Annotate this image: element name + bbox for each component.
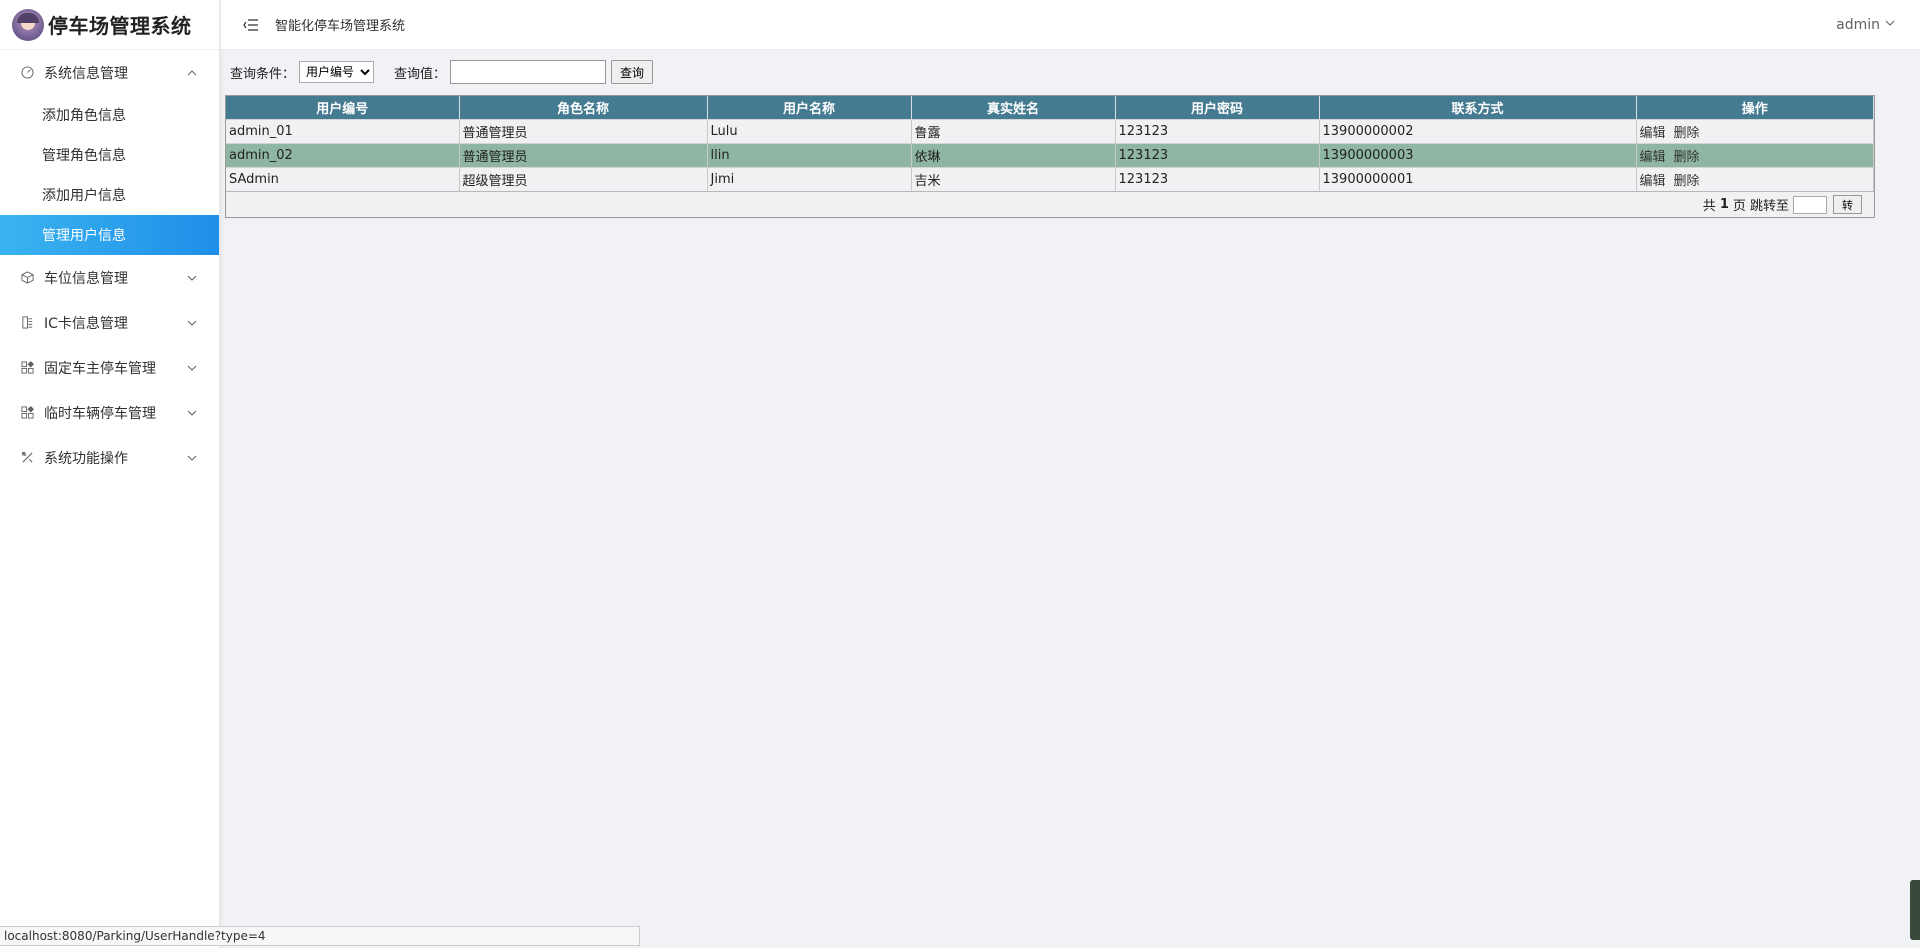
pager-suffix: 页 跳转至 — [1732, 199, 1789, 214]
menu-group-ic-card[interactable]: IC卡信息管理 — [0, 300, 219, 345]
side-widget-handle[interactable] — [1910, 880, 1920, 940]
query-bar: 查询条件： 用户编号 查询值： 查询 — [230, 60, 654, 84]
sidebar-item-add-user[interactable]: 添加用户信息 — [0, 175, 219, 215]
grid-icon — [20, 406, 34, 420]
logo[interactable]: 停车场管理系统 — [0, 0, 219, 50]
page-jump-input[interactable] — [1793, 195, 1827, 214]
logo-avatar-icon — [12, 8, 44, 41]
cell-user-id: admin_02 — [226, 142, 460, 167]
query-value-label: 查询值： — [394, 66, 447, 82]
sidebar-item-label: 添加用户信息 — [42, 188, 126, 204]
menu-group-system-info[interactable]: 系统信息管理 — [0, 50, 219, 95]
sidebar-item-manage-role[interactable]: 管理角色信息 — [0, 135, 219, 175]
cell-role-name: 普通管理员 — [459, 142, 708, 167]
menu-group-system-ops[interactable]: 系统功能操作 — [0, 435, 219, 480]
cell-password: 123123 — [1115, 142, 1320, 167]
page-go-button[interactable]: 转 — [1833, 195, 1862, 214]
user-dropdown[interactable]: admin — [1836, 17, 1896, 33]
cell-actions: 编辑 删除 — [1636, 166, 1874, 191]
cell-password: 123123 — [1115, 166, 1320, 191]
card-icon — [20, 316, 34, 330]
query-button[interactable]: 查询 — [611, 60, 654, 84]
cell-password: 123123 — [1115, 118, 1320, 143]
cell-user-name: Lulu — [707, 118, 912, 143]
menu-group-label: IC卡信息管理 — [44, 315, 128, 332]
cube-icon — [20, 271, 34, 285]
table-row[interactable]: admin_02 普通管理员 llin 依琳 123123 1390000000… — [226, 142, 1874, 167]
menu-group-label: 固定车主停车管理 — [44, 360, 156, 377]
pager: 共 1 页 跳转至 转 — [226, 191, 1874, 217]
column-header[interactable]: 用户编号 — [226, 96, 460, 119]
header-title: 智能化停车场管理系统 — [275, 19, 406, 34]
cell-user-name: Jimi — [707, 166, 912, 191]
query-condition-label: 查询条件： — [230, 66, 296, 82]
sidebar-item-manage-user[interactable]: 管理用户信息 — [0, 215, 219, 255]
chevron-down-icon — [185, 406, 199, 420]
chevron-down-icon — [185, 451, 199, 465]
delete-link[interactable]: 删除 — [1674, 174, 1700, 189]
edit-link[interactable]: 编辑 — [1640, 126, 1666, 141]
column-header[interactable]: 用户名称 — [707, 96, 912, 119]
cell-real-name: 鲁露 — [911, 118, 1116, 143]
pager-prefix: 共 — [1702, 199, 1716, 214]
edit-link[interactable]: 编辑 — [1640, 174, 1666, 189]
cell-role-name: 超级管理员 — [459, 166, 708, 191]
menu-group-label: 系统信息管理 — [44, 65, 128, 82]
chevron-down-icon — [185, 361, 199, 375]
chevron-down-icon — [185, 316, 199, 330]
main-content: 查询条件： 用户编号 查询值： 查询 用户编号 角色名称 用户名称 真实姓名 用… — [221, 50, 1920, 928]
submenu-system-info: 添加角色信息 管理角色信息 添加用户信息 管理用户信息 — [0, 95, 219, 255]
cell-actions: 编辑 删除 — [1636, 142, 1874, 167]
menu-group-label: 临时车辆停车管理 — [44, 405, 156, 422]
table-row[interactable]: admin_01 普通管理员 Lulu 鲁露 123123 1390000000… — [226, 118, 1874, 143]
cell-real-name: 依琳 — [911, 142, 1116, 167]
top-header: 智能化停车场管理系统 admin — [221, 0, 1920, 50]
logo-text: 停车场管理系统 — [48, 14, 192, 38]
gauge-icon — [20, 66, 34, 80]
cell-contact: 13900000002 — [1319, 118, 1637, 143]
cell-contact: 13900000003 — [1319, 142, 1637, 167]
cell-actions: 编辑 删除 — [1636, 118, 1874, 143]
user-name: admin — [1836, 16, 1880, 33]
cell-user-name: llin — [707, 142, 912, 167]
cell-real-name: 吉米 — [911, 166, 1116, 191]
query-value-input[interactable] — [450, 60, 607, 84]
collapse-menu-icon[interactable] — [241, 15, 261, 35]
browser-status-bar: localhost:8080/Parking/UserHandle?type=4 — [0, 926, 640, 946]
cell-user-id: admin_01 — [226, 118, 460, 143]
edit-link[interactable]: 编辑 — [1640, 150, 1666, 165]
sidebar-item-label: 管理用户信息 — [42, 228, 126, 244]
chevron-down-icon — [1884, 17, 1896, 33]
cell-role-name: 普通管理员 — [459, 118, 708, 143]
grid-icon — [20, 361, 34, 375]
cell-user-id: SAdmin — [226, 166, 460, 191]
query-condition-select[interactable]: 用户编号 — [299, 61, 375, 83]
menu-group-fixed-owner[interactable]: 固定车主停车管理 — [0, 345, 219, 390]
chevron-down-icon — [185, 271, 199, 285]
tools-icon — [20, 451, 34, 465]
sidebar-item-label: 添加角色信息 — [42, 108, 126, 124]
column-header[interactable]: 用户密码 — [1115, 96, 1320, 119]
menu-group-label: 系统功能操作 — [44, 450, 128, 467]
menu-group-temp-vehicle[interactable]: 临时车辆停车管理 — [0, 390, 219, 435]
column-header[interactable]: 真实姓名 — [911, 96, 1116, 119]
sidebar-item-add-role[interactable]: 添加角色信息 — [0, 95, 219, 135]
cell-contact: 13900000001 — [1319, 166, 1637, 191]
chevron-up-icon — [185, 66, 199, 80]
sidebar-menu: 系统信息管理 添加角色信息 管理角色信息 添加用户信息 管理用户信息 车位信息管… — [0, 50, 219, 480]
column-header[interactable]: 联系方式 — [1319, 96, 1637, 119]
sidebar: 停车场管理系统 系统信息管理 添加角色信息 管理角色信息 添加用户信息 管理用户… — [0, 0, 220, 948]
menu-group-parking-space[interactable]: 车位信息管理 — [0, 255, 219, 300]
sidebar-item-label: 管理角色信息 — [42, 148, 126, 164]
delete-link[interactable]: 删除 — [1674, 126, 1700, 141]
pager-total: 1 — [1719, 197, 1729, 212]
menu-group-label: 车位信息管理 — [44, 270, 128, 287]
column-header[interactable]: 角色名称 — [459, 96, 708, 119]
table-row[interactable]: SAdmin 超级管理员 Jimi 吉米 123123 13900000001 … — [226, 166, 1874, 191]
delete-link[interactable]: 删除 — [1674, 150, 1700, 165]
user-table: 用户编号 角色名称 用户名称 真实姓名 用户密码 联系方式 操作 admin_0… — [225, 95, 1875, 218]
table-header-row: 用户编号 角色名称 用户名称 真实姓名 用户密码 联系方式 操作 — [226, 96, 1874, 119]
column-header[interactable]: 操作 — [1636, 96, 1874, 119]
